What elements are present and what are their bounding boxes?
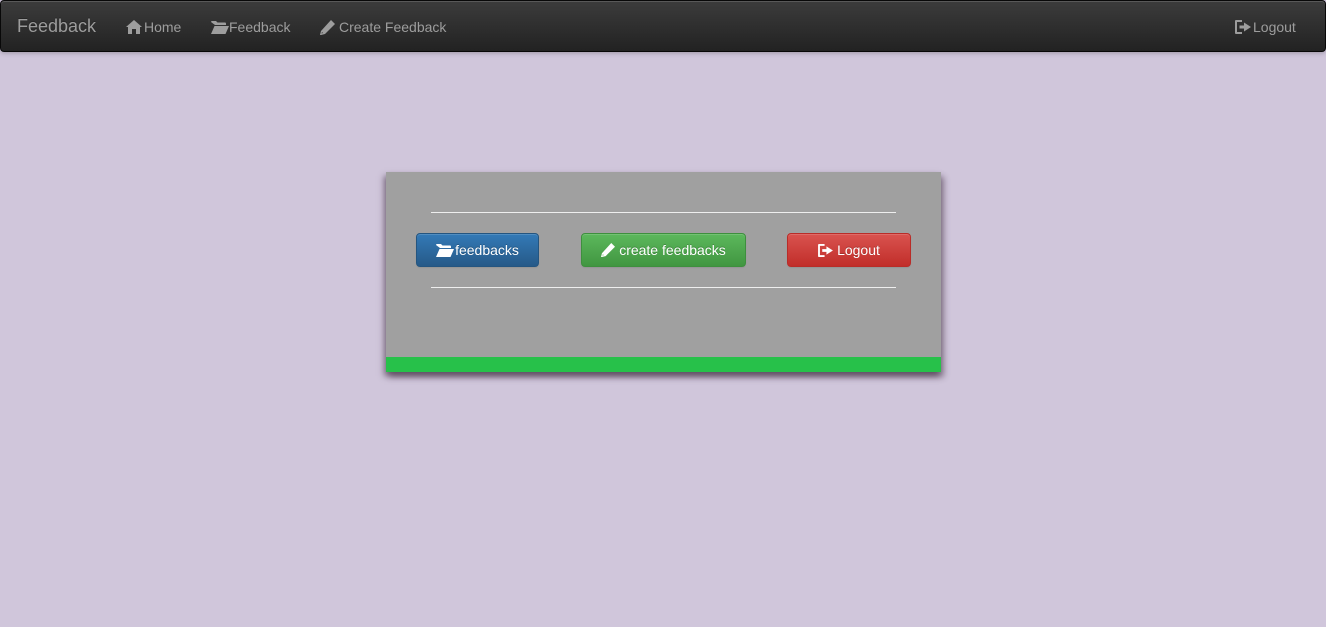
nav-home-label: Home [144,19,182,35]
logout-button-label: Logout [837,242,880,258]
logout-icon [1235,20,1251,34]
action-card: feedbacks create feedbacks Logout [386,172,941,372]
pencil-icon [601,243,616,257]
nav-home-link[interactable]: Home [126,18,181,36]
create-feedbacks-button[interactable]: create feedbacks [581,233,746,267]
feedbacks-button[interactable]: feedbacks [416,233,539,267]
home-icon [126,20,142,34]
folder-open-icon [211,20,229,34]
top-divider [431,212,896,213]
nav-logout-label: Logout [1253,19,1296,35]
nav-feedback-link[interactable]: Feedback [211,18,290,36]
logout-icon [818,243,834,257]
nav-create-feedback-link[interactable]: Create Feedback [320,18,446,36]
create-feedbacks-button-label: create feedbacks [619,242,726,258]
top-navbar: Feedback Home Feedback Create Feedback L… [0,0,1326,52]
nav-create-feedback-label: Create Feedback [339,19,447,35]
nav-logout-link[interactable]: Logout [1235,18,1296,36]
bottom-divider [431,287,896,288]
nav-feedback-label: Feedback [229,19,291,35]
logout-button[interactable]: Logout [787,233,911,267]
pencil-icon [320,19,335,35]
folder-open-icon [436,243,455,257]
feedbacks-button-label: feedbacks [455,242,519,258]
navbar-brand[interactable]: Feedback [17,16,96,36]
card-accent-bar [386,357,941,372]
